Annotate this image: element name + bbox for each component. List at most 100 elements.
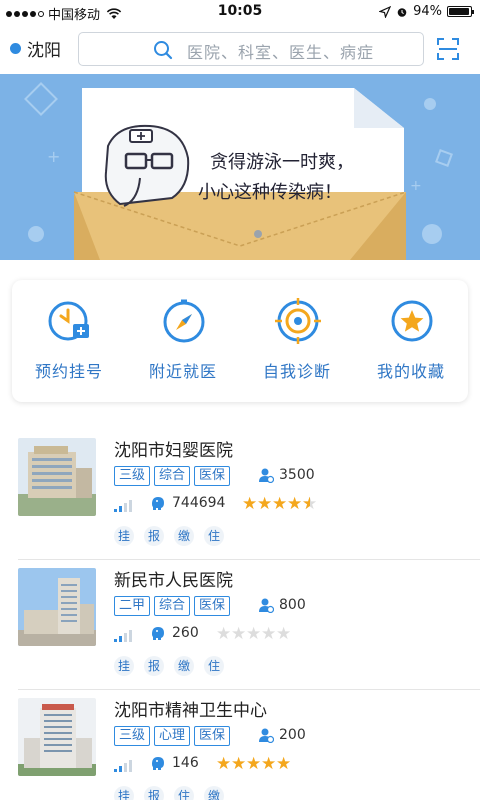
status-right: 94%	[379, 4, 474, 19]
compass-icon	[163, 299, 205, 343]
hospital-services: 挂 报 缴 住	[114, 526, 224, 546]
banner-illustration: + + 贪得游泳一时爽， 小心这种传染病！	[24, 82, 453, 260]
hospital-rating: ★ ★ ★ ★ ★	[216, 626, 291, 643]
person-icon	[259, 598, 274, 613]
rating-star-icon: ★	[242, 494, 258, 514]
service-badge[interactable]: 缴	[204, 786, 224, 800]
rating-star-icon: ★	[231, 624, 247, 644]
search-input[interactable]: 医院、科室、医生、病症	[78, 32, 424, 66]
service-badge[interactable]: 住	[204, 526, 224, 546]
quick-menu-label: 附近就医	[148, 362, 217, 381]
quick-menu-label: 自我诊断	[262, 362, 331, 381]
rating-star-icon: ★	[261, 624, 277, 644]
hospital-tag: 医保	[194, 466, 231, 486]
city-selector[interactable]: 沈阳	[10, 36, 61, 61]
hospital-tags: 二甲 综合 医保	[114, 596, 231, 616]
hospital-photo	[18, 698, 96, 776]
location-pin-icon	[10, 43, 21, 54]
service-badge[interactable]: 报	[144, 786, 164, 800]
hospital-tag: 心理	[154, 726, 191, 746]
hospital-doctor-count: 800	[258, 597, 306, 613]
hospital-services: 挂 报 缴 住	[114, 656, 224, 676]
search-placeholder: 医院、科室、医生、病症	[187, 43, 375, 62]
rating-star-icon: ★	[216, 754, 232, 774]
service-badge[interactable]: 报	[144, 656, 164, 676]
hospital-views: 260	[150, 625, 199, 641]
elephant-mascot-icon	[104, 124, 190, 207]
service-badge[interactable]: 挂	[114, 786, 134, 800]
city-name: 沈阳	[27, 41, 61, 61]
hospital-photo	[18, 438, 96, 516]
hospital-tags: 三级 心理 医保	[114, 726, 231, 746]
service-badge[interactable]: 挂	[114, 656, 134, 676]
svg-text:+: +	[47, 147, 60, 166]
service-badge[interactable]: 缴	[174, 656, 194, 676]
rating-star-icon: ★	[261, 754, 277, 774]
service-badge[interactable]: 住	[174, 786, 194, 800]
hospital-name: 新民市人民医院	[114, 571, 233, 591]
rating-star-icon: ★	[246, 754, 262, 774]
service-badge[interactable]: 报	[144, 526, 164, 546]
battery-percent: 94%	[413, 4, 442, 19]
rating-star-icon: ★	[302, 496, 317, 514]
hospital-photo	[18, 568, 96, 646]
elephant-icon	[152, 757, 164, 770]
rating-star-icon: ★	[216, 624, 232, 644]
hospital-views-value: 260	[172, 625, 199, 641]
rating-star-icon: ★	[246, 624, 262, 644]
banner-line2: 小心这种传染病！	[198, 182, 342, 203]
quick-menu-favorites[interactable]: 我的收藏	[354, 280, 468, 402]
hospital-views-value: 744694	[172, 495, 226, 511]
hospital-tag: 三级	[114, 726, 151, 746]
quick-menu-nearby[interactable]: 附近就医	[126, 280, 240, 402]
hospital-views: 146	[150, 755, 199, 771]
scan-icon[interactable]	[436, 37, 460, 61]
service-badge[interactable]: 住	[204, 656, 224, 676]
svg-text:+: +	[410, 178, 422, 194]
hospital-name: 沈阳市精神卫生中心	[114, 701, 267, 721]
quick-menu-label: 我的收藏	[376, 362, 445, 381]
hospital-tag: 医保	[194, 596, 231, 616]
quick-menu-appointment[interactable]: 预约挂号	[12, 280, 126, 402]
clock-medical-icon	[48, 301, 89, 341]
location-arrow-icon	[379, 5, 392, 18]
hospital-name: 沈阳市妇婴医院	[114, 441, 233, 461]
search-icon	[154, 41, 173, 60]
service-badge[interactable]: 挂	[114, 526, 134, 546]
hospital-tags: 三级 综合 医保	[114, 466, 231, 486]
hospital-tag: 医保	[194, 726, 231, 746]
battery-icon	[447, 6, 474, 17]
rating-star-icon: ★	[276, 624, 292, 644]
hospital-tag: 综合	[154, 466, 191, 486]
rating-star-icon: ★	[257, 494, 273, 514]
hospital-views: 744694	[150, 495, 225, 511]
hospital-views-value: 146	[172, 755, 199, 771]
status-bar: 中国移动 10:05 94%	[0, 0, 480, 24]
rating-star-icon: ★	[287, 494, 303, 514]
quick-menu-self-diagnosis[interactable]: 自我诊断	[240, 280, 354, 402]
alarm-icon	[397, 7, 407, 17]
hospital-count-value: 800	[279, 597, 306, 613]
hospital-list-item[interactable]: 沈阳市精神卫生中心 三级 心理 医保 200 146 ★ ★ ★ ★ ★ 挂 报 住 缴	[0, 690, 480, 800]
signal-bars-icon	[114, 760, 132, 772]
elephant-icon	[152, 627, 164, 640]
hospital-list-item[interactable]: 沈阳市妇婴医院 三级 综合 医保 3500 744694 ★★★★★ 挂 报 缴…	[0, 430, 480, 560]
hospital-count-value: 200	[279, 727, 306, 743]
banner-line1: 贪得游泳一时爽，	[210, 152, 354, 173]
rating-star-icon: ★	[276, 754, 292, 774]
hospital-tag: 综合	[154, 596, 191, 616]
hospital-count-value: 3500	[279, 467, 315, 483]
star-icon	[391, 300, 433, 342]
hospital-tag: 二甲	[114, 596, 151, 616]
quick-menu-label: 预约挂号	[34, 362, 103, 381]
hospital-list-item[interactable]: 新民市人民医院 二甲 综合 医保 800 260 ★ ★ ★ ★ ★ 挂 报 缴 住	[0, 560, 480, 690]
person-icon	[259, 468, 274, 483]
promo-banner[interactable]: + + 贪得游泳一时爽， 小心这种传染病！	[0, 74, 480, 260]
target-icon	[275, 298, 321, 344]
hospital-rating: ★ ★ ★ ★ ★	[242, 494, 317, 514]
service-badge[interactable]: 缴	[174, 526, 194, 546]
signal-bars-icon	[114, 630, 132, 642]
quick-menu: 预约挂号 附近就医 自我诊断 我的收藏	[12, 280, 468, 402]
hospital-tag: 三级	[114, 466, 151, 486]
hospital-doctor-count: 3500	[258, 467, 315, 483]
